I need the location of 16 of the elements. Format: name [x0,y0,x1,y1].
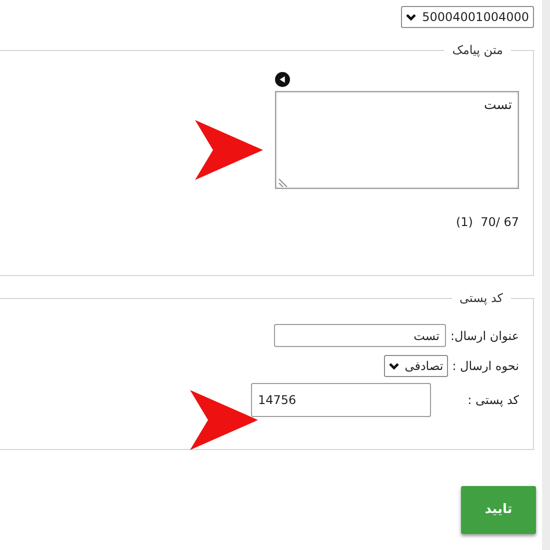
title-field[interactable]: تست [274,324,446,347]
pointer-arrow [190,390,258,450]
field-label: عنوان ارسال: [450,328,519,344]
caret-icon [406,13,416,21]
message-textarea[interactable]: تست [275,91,519,189]
field-label: کد پستی : [466,392,519,409]
pointer-arrow [195,120,263,180]
send-method-select[interactable]: تصادفی [384,355,448,377]
character-counter: (1) 70/ 67 [454,214,519,231]
caret-icon [388,362,399,370]
field-label: نحوه ارسال : [452,358,519,375]
section-legend: متن پیامک [444,44,511,56]
back-icon[interactable] [275,72,290,87]
postal-code-field[interactable]: 14756 [251,383,431,417]
section-legend: کد پستی [452,292,511,304]
number-select[interactable]: 50004001004000 [401,6,534,28]
